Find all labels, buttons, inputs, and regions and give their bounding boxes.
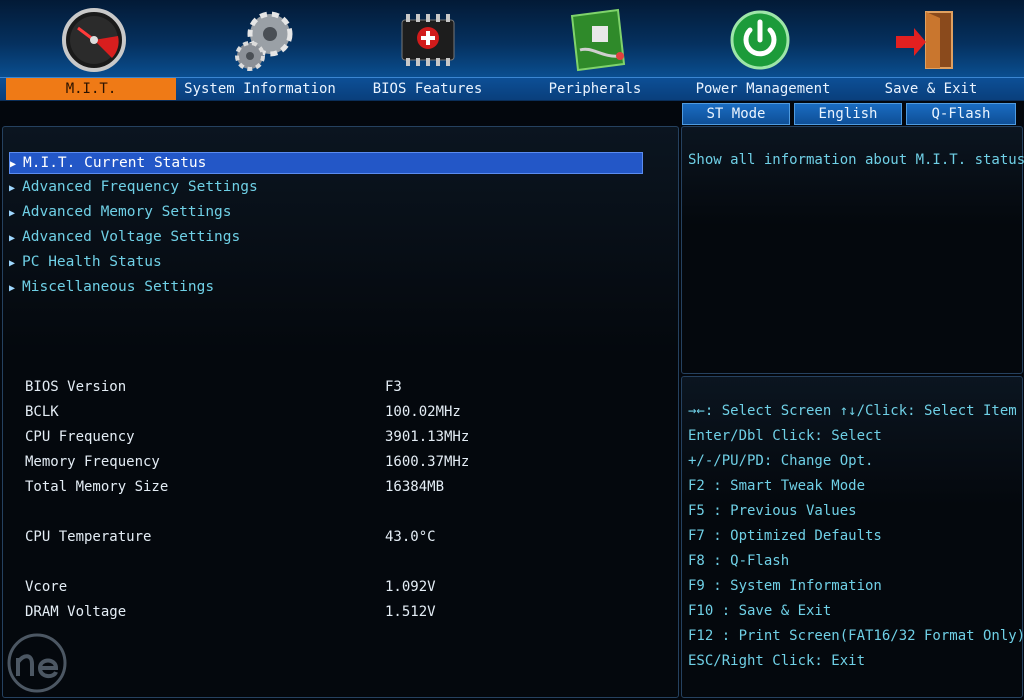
key-hint-esc: ESC/Right Click: Exit [688, 653, 866, 669]
dram-voltage-value: 1.512V [385, 604, 436, 620]
key-hint-f2: F2 : Smart Tweak Mode [688, 478, 866, 494]
total-memory-size-label: Total Memory Size [25, 479, 169, 495]
bios-version-label: BIOS Version [25, 379, 127, 395]
bios-version-value: F3 [385, 379, 402, 395]
key-hint-change-opt: +/-/PU/PD: Change Opt. [688, 453, 874, 469]
triangle-right-icon: ▶ [9, 183, 16, 194]
power-icon[interactable] [724, 6, 796, 74]
cpu-temperature-value: 43.0°C [385, 529, 436, 545]
q-flash-button[interactable]: Q-Flash [906, 103, 1016, 125]
key-hint-f5: F5 : Previous Values [688, 503, 857, 519]
tab-bios-features[interactable]: BIOS Features [350, 78, 505, 100]
bclk-label: BCLK [25, 404, 59, 420]
tab-mit[interactable]: M.I.T. [6, 78, 176, 100]
cpu-frequency-value: 3901.13MHz [385, 429, 470, 445]
menu-item-mit-current-status[interactable]: ▶ M.I.T. Current Status [9, 152, 643, 174]
watermark-logo [7, 633, 67, 693]
help-panel: Show all information about M.I.T. status [681, 126, 1024, 374]
menu-item-pc-health-status[interactable]: ▶ PC Health Status [9, 252, 162, 272]
key-hint-f12: F12 : Print Screen(FAT16/32 Format Only) [688, 628, 1024, 644]
memory-frequency-label: Memory Frequency [25, 454, 160, 470]
cpu-temperature-label: CPU Temperature [25, 529, 152, 545]
language-button[interactable]: English [794, 103, 902, 125]
triangle-right-icon: ▶ [9, 208, 16, 219]
triangle-right-icon: ▶ [10, 159, 17, 170]
key-hint-f8: F8 : Q-Flash [688, 553, 790, 569]
key-hint-f9: F9 : System Information [688, 578, 882, 594]
triangle-right-icon: ▶ [9, 258, 16, 269]
triangle-right-icon: ▶ [9, 283, 16, 294]
main-tab-bar: M.I.T. System Information BIOS Features … [0, 77, 1024, 101]
top-icon-bar [0, 0, 1024, 78]
chip-icon[interactable] [392, 6, 464, 74]
key-legend-panel: →←: Select Screen ↑↓/Click: Select Item … [681, 376, 1024, 698]
key-hint-select-screen: →←: Select Screen ↑↓/Click: Select Item [688, 403, 1017, 419]
speedometer-icon[interactable] [58, 6, 130, 74]
tab-peripherals[interactable]: Peripherals [520, 78, 670, 100]
cpu-frequency-label: CPU Frequency [25, 429, 135, 445]
key-hint-f7: F7 : Optimized Defaults [688, 528, 882, 544]
key-hint-f10: F10 : Save & Exit [688, 603, 832, 619]
vcore-value: 1.092V [385, 579, 436, 595]
tab-power-management[interactable]: Power Management [680, 78, 846, 100]
menu-item-advanced-memory-settings[interactable]: ▶ Advanced Memory Settings [9, 202, 232, 222]
gears-icon[interactable] [228, 6, 300, 74]
memory-frequency-value: 1600.37MHz [385, 454, 470, 470]
main-settings-panel: ▶ M.I.T. Current Status ▶ Advanced Frequen… [2, 126, 679, 698]
total-memory-size-value: 16384MB [385, 479, 445, 495]
bclk-value: 100.02MHz [385, 404, 461, 420]
help-description: Show all information about M.I.T. status [688, 152, 1024, 168]
vcore-label: Vcore [25, 579, 68, 595]
tab-save-exit[interactable]: Save & Exit [860, 78, 1002, 100]
menu-item-advanced-frequency-settings[interactable]: ▶ Advanced Frequency Settings [9, 177, 258, 197]
triangle-right-icon: ▶ [9, 233, 16, 244]
exit-door-icon[interactable] [890, 6, 962, 74]
menu-item-advanced-voltage-settings[interactable]: ▶ Advanced Voltage Settings [9, 227, 240, 247]
key-hint-enter: Enter/Dbl Click: Select [688, 428, 882, 444]
tab-system-information[interactable]: System Information [180, 78, 340, 100]
dram-voltage-label: DRAM Voltage [25, 604, 127, 620]
st-mode-button[interactable]: ST Mode [682, 103, 790, 125]
circuit-board-icon[interactable] [562, 6, 634, 74]
menu-item-miscellaneous-settings[interactable]: ▶ Miscellaneous Settings [9, 277, 214, 297]
